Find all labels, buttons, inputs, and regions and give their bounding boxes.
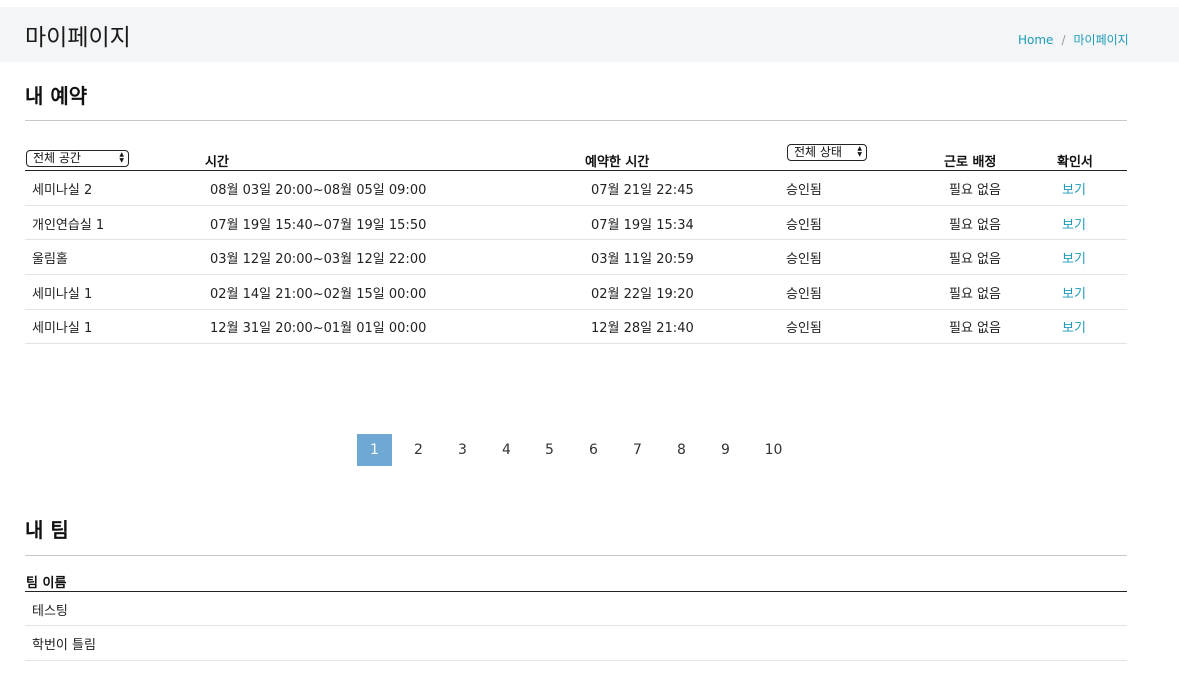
breadcrumb-current-link[interactable]: 마이페이지 <box>1073 33 1128 47</box>
row-time: 03월 12일 20:00~03월 12일 22:00 <box>210 252 427 267</box>
teams-header-divider <box>25 591 1127 592</box>
space-filter-value: 전체 공간 <box>33 151 81 165</box>
row-divider <box>25 274 1127 275</box>
breadcrumb-separator: / <box>1061 33 1066 47</box>
row-work: 필요 없음 <box>949 287 1001 302</box>
page-button-1[interactable]: 1 <box>357 434 392 466</box>
column-header-time: 시간 <box>205 155 229 170</box>
page-button-10[interactable]: 10 <box>756 434 791 466</box>
page-title: 마이페이지 <box>25 25 131 51</box>
page-header: 마이페이지 Home / 마이페이지 <box>0 7 1179 62</box>
row-space: 울림홀 <box>32 252 68 267</box>
row-view-link[interactable]: 보기 <box>1062 214 1086 233</box>
row-status: 승인됨 <box>786 252 822 267</box>
row-divider <box>25 239 1127 240</box>
row-reserved-time: 03월 11일 20:59 <box>591 252 694 267</box>
row-space: 개인연습실 1 <box>32 218 105 233</box>
row-divider <box>25 343 1127 344</box>
row-space: 세미나실 2 <box>32 183 93 198</box>
row-view-link[interactable]: 보기 <box>1062 179 1086 198</box>
row-divider <box>25 309 1127 310</box>
page-button-9[interactable]: 9 <box>708 434 743 466</box>
teams-title-divider <box>25 555 1127 556</box>
breadcrumb: Home / 마이페이지 <box>1018 31 1129 48</box>
page-button-3[interactable]: 3 <box>445 434 480 466</box>
row-time: 07월 19일 15:40~07월 19일 15:50 <box>210 218 427 233</box>
row-work: 필요 없음 <box>949 252 1001 267</box>
team-name: 테스팅 <box>32 604 68 619</box>
row-status: 승인됨 <box>786 287 822 302</box>
row-work: 필요 없음 <box>949 321 1001 336</box>
row-work: 필요 없음 <box>949 218 1001 233</box>
row-view-link[interactable]: 보기 <box>1062 283 1086 302</box>
select-arrows-icon: ▲ ▼ <box>119 151 124 164</box>
column-header-team-name: 팀 이름 <box>26 576 67 591</box>
status-filter-value: 전체 상태 <box>794 145 842 159</box>
row-time: 08월 03일 20:00~08월 05일 09:00 <box>210 183 427 198</box>
row-divider <box>25 205 1127 206</box>
team-name: 학번이 틀림 <box>32 638 96 653</box>
page-button-6[interactable]: 6 <box>576 434 611 466</box>
row-work: 필요 없음 <box>949 183 1001 198</box>
reservations-title: 내 예약 <box>25 84 88 108</box>
row-status: 승인됨 <box>786 321 822 336</box>
page-button-7[interactable]: 7 <box>620 434 655 466</box>
page-button-8[interactable]: 8 <box>664 434 699 466</box>
row-time: 02월 14일 21:00~02월 15일 00:00 <box>210 287 427 302</box>
row-reserved-time: 02월 22일 19:20 <box>591 287 694 302</box>
reservations-title-divider <box>25 120 1127 121</box>
column-header-confirm: 확인서 <box>1057 155 1093 170</box>
breadcrumb-home-link[interactable]: Home <box>1018 33 1053 47</box>
row-time: 12월 31일 20:00~01월 01일 00:00 <box>210 321 427 336</box>
status-filter-select[interactable]: 전체 상태 ▲ ▼ <box>787 144 867 161</box>
row-divider <box>25 660 1127 661</box>
row-space: 세미나실 1 <box>32 321 93 336</box>
row-view-link[interactable]: 보기 <box>1062 248 1086 267</box>
row-view-link[interactable]: 보기 <box>1062 317 1086 336</box>
teams-title: 내 팀 <box>25 518 69 542</box>
row-status: 승인됨 <box>786 183 822 198</box>
column-header-reserved-time: 예약한 시간 <box>585 155 650 170</box>
reservations-header-divider <box>25 170 1127 171</box>
select-arrows-icon: ▲ ▼ <box>857 145 862 158</box>
row-reserved-time: 07월 19일 15:34 <box>591 218 694 233</box>
page-button-5[interactable]: 5 <box>532 434 567 466</box>
row-reserved-time: 07월 21일 22:45 <box>591 183 694 198</box>
page-button-4[interactable]: 4 <box>489 434 524 466</box>
page-button-2[interactable]: 2 <box>401 434 436 466</box>
column-header-work: 근로 배정 <box>944 155 997 170</box>
space-filter-select[interactable]: 전체 공간 ▲ ▼ <box>26 150 129 167</box>
row-divider <box>25 625 1127 626</box>
row-space: 세미나실 1 <box>32 287 93 302</box>
row-status: 승인됨 <box>786 218 822 233</box>
row-reserved-time: 12월 28일 21:40 <box>591 321 694 336</box>
